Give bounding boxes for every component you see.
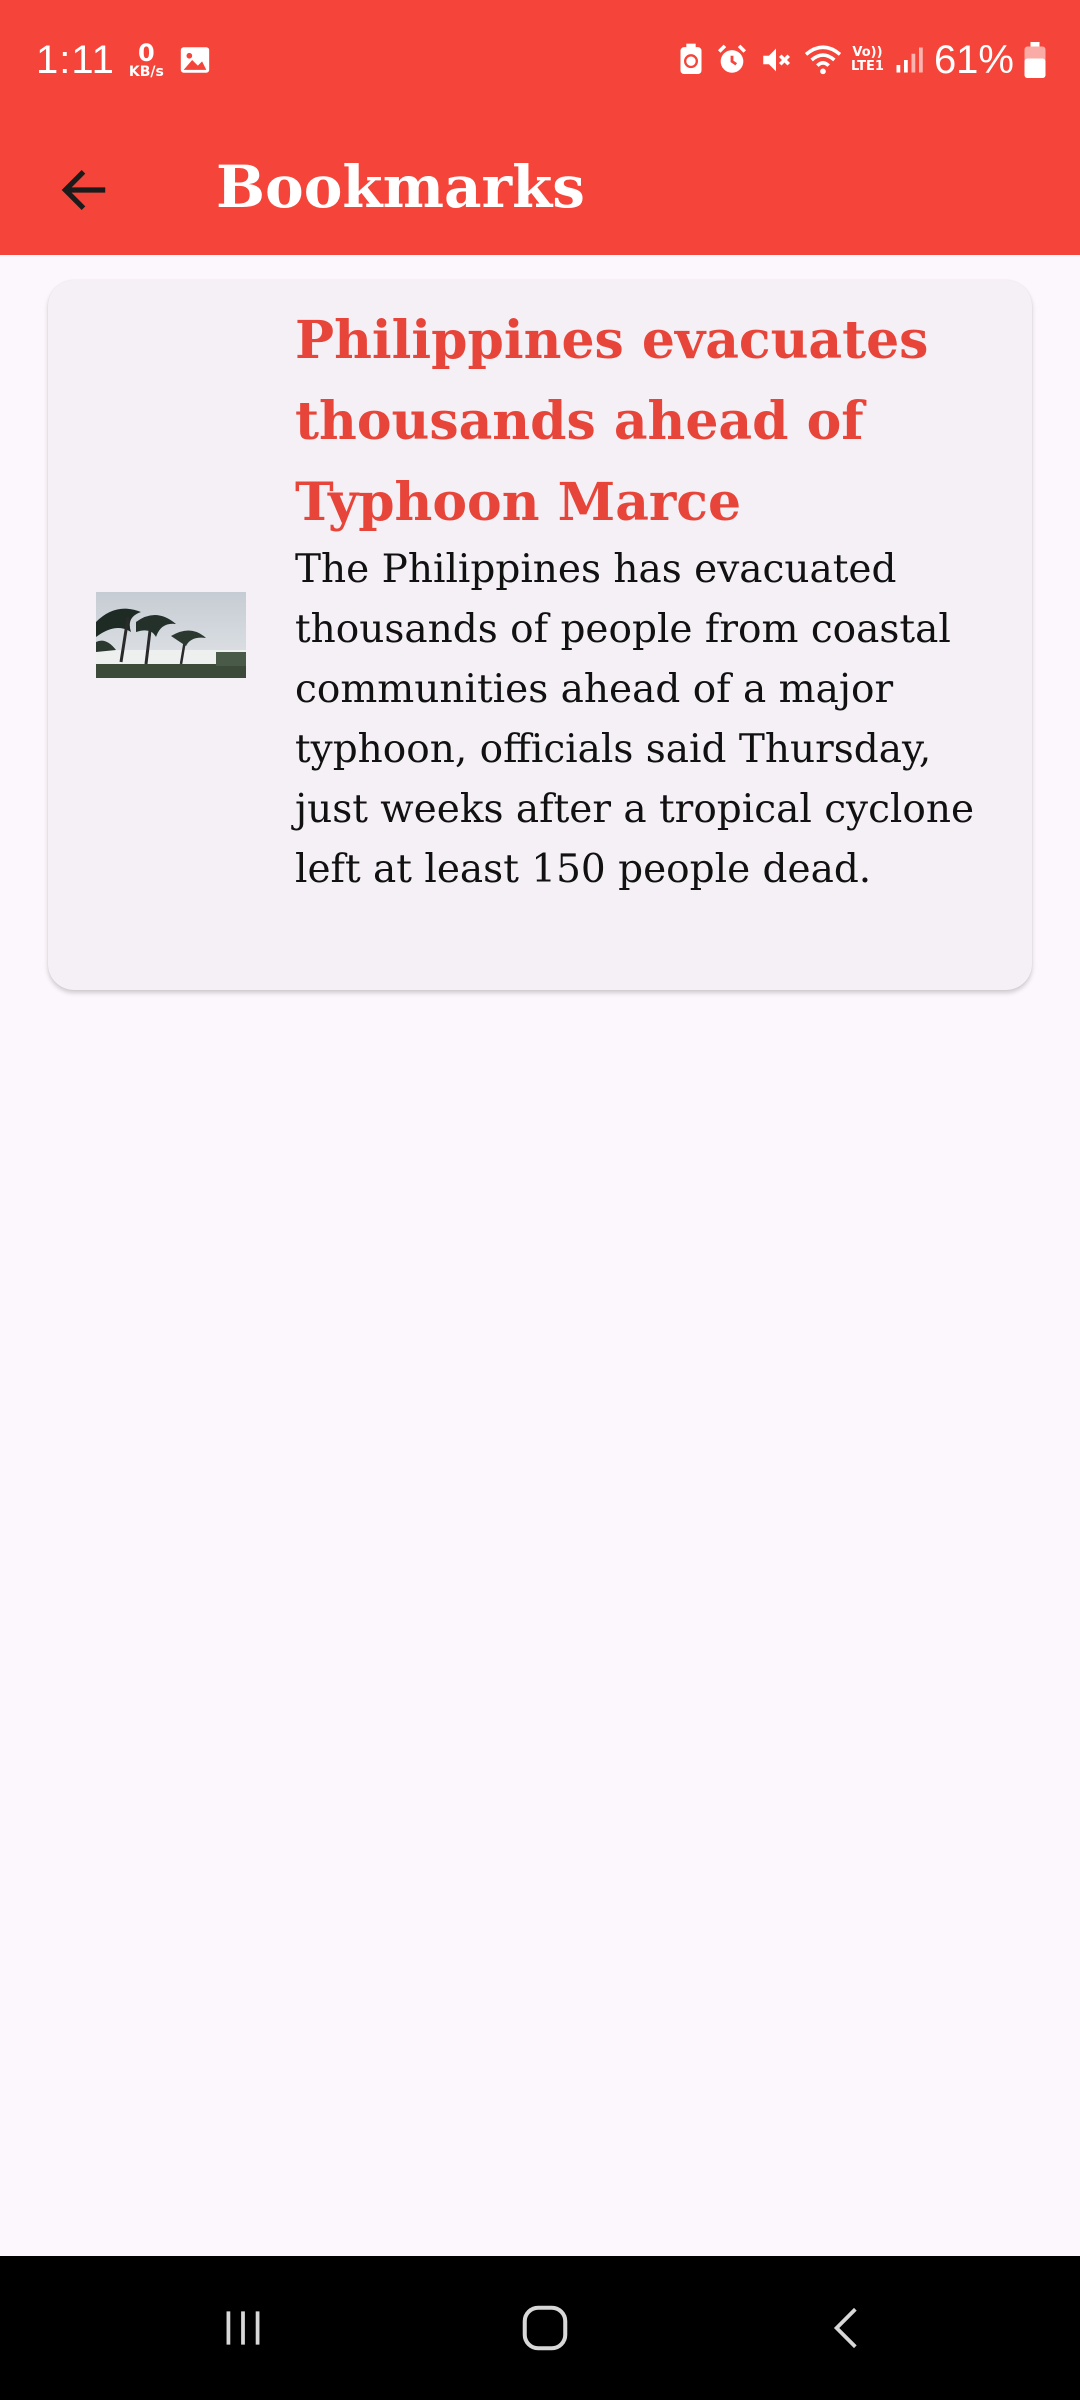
recents-button[interactable] [193,2286,293,2370]
arrow-left-icon [61,170,106,210]
signal-icon [896,47,923,73]
status-bar: 1:11 0 KB/s Vo)) LTE1 61% [0,0,1080,120]
bookmark-card[interactable]: Philippines evacuates thousands ahead of… [48,280,1032,990]
mute-icon [763,48,791,72]
volte-top: Vo)) [852,45,883,61]
network-speed-unit: KB/s [128,64,164,80]
article-summary: The Philippines has evacuated thousands … [295,547,975,892]
status-time: 1:11 [36,37,115,82]
home-icon [522,2305,568,2351]
status-right: Vo)) LTE1 61% [667,30,1046,90]
recents-icon [226,2311,260,2345]
image-icon [180,47,210,73]
page-title: Bookmarks [216,153,585,221]
status-left: 1:11 0 KB/s [36,30,212,90]
article-headline[interactable]: Philippines evacuates thousands ahead of… [295,300,995,543]
app-bar: Bookmarks [0,120,1080,255]
battery-saver-icon [680,43,702,74]
back-button[interactable] [44,150,124,230]
home-button[interactable] [495,2286,595,2370]
volte-bottom: LTE1 [851,59,884,74]
volte-indicator: Vo)) LTE1 [851,46,884,73]
system-nav-bar [0,2256,1080,2400]
battery-icon [1024,42,1046,78]
article-thumbnail [96,592,246,678]
network-speed-value: 0 [138,39,155,67]
nav-back-button[interactable] [797,2286,897,2370]
alarm-icon [717,44,747,73]
wifi-icon [804,45,842,75]
network-speed: 0 KB/s [129,41,164,79]
battery-percentage: 61% [933,37,1014,82]
chevron-left-icon [833,2307,857,2349]
